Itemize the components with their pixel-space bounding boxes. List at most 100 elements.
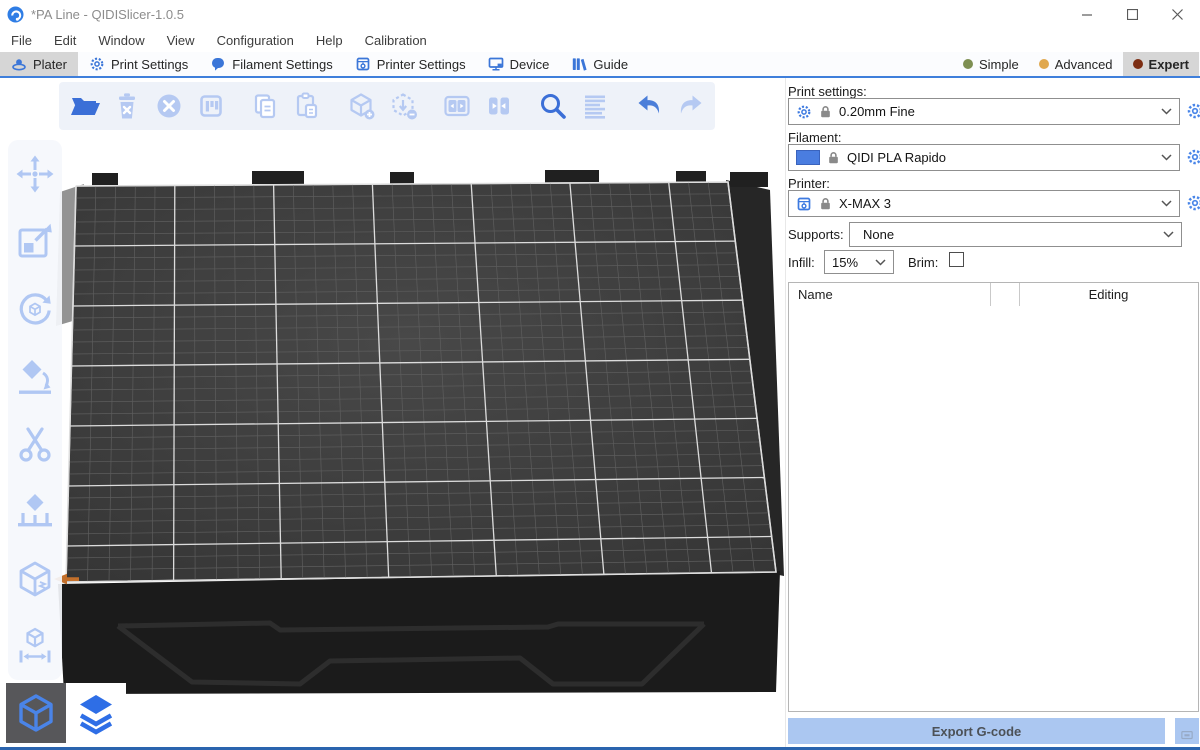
infill-combo[interactable]: 15% — [824, 250, 894, 274]
menu-window[interactable]: Window — [87, 33, 155, 48]
printer-gear-button[interactable] — [1186, 194, 1200, 212]
preview-view-button[interactable] — [66, 683, 126, 743]
remove-instance-icon[interactable] — [387, 90, 419, 122]
3d-editor-view-button[interactable] — [6, 683, 66, 743]
menu-calibration[interactable]: Calibration — [354, 33, 438, 48]
column-divider — [990, 283, 991, 306]
add-instance-icon[interactable] — [345, 90, 377, 122]
seam-icon[interactable] — [13, 557, 57, 601]
tab-label: Guide — [593, 57, 628, 72]
tab-guide[interactable]: Guide — [560, 52, 639, 76]
open-icon[interactable] — [69, 90, 101, 122]
tab-device[interactable]: Device — [477, 52, 561, 76]
menu-bar: File Edit Window View Configuration Help… — [0, 28, 1200, 52]
move-icon[interactable] — [13, 152, 57, 196]
printer-value: X-MAX 3 — [839, 196, 891, 211]
export-gcode-button[interactable]: Export G-code — [788, 718, 1165, 744]
expert-mode-dot — [1133, 59, 1143, 69]
chevron-down-icon — [1161, 200, 1172, 207]
tab-label: Device — [510, 57, 550, 72]
delete-all-icon[interactable] — [153, 90, 185, 122]
lock-icon — [819, 105, 832, 118]
device-icon — [488, 56, 504, 72]
supports-combo[interactable]: None — [849, 222, 1182, 247]
print-settings-gear-button[interactable] — [1186, 102, 1200, 120]
plater-icon — [11, 56, 27, 72]
brim-checkbox[interactable] — [949, 252, 964, 267]
redo-icon[interactable] — [675, 90, 707, 122]
tab-filament-settings[interactable]: Filament Settings — [199, 52, 343, 76]
menu-edit[interactable]: Edit — [43, 33, 87, 48]
filament-value: QIDI PLA Rapido — [847, 150, 946, 165]
tab-plater[interactable]: Plater — [0, 52, 78, 76]
print-bed — [0, 78, 784, 750]
scale-icon[interactable] — [13, 219, 57, 263]
window-title: *PA Line - QIDISlicer-1.0.5 — [31, 7, 184, 22]
close-button[interactable] — [1155, 0, 1200, 28]
menu-help[interactable]: Help — [305, 33, 354, 48]
mode-switcher: Simple Advanced Expert — [953, 52, 1200, 76]
arrange-icon[interactable] — [195, 90, 227, 122]
3d-editor-icon — [14, 691, 58, 735]
paint-supports-icon[interactable] — [13, 489, 57, 533]
gear-icon — [796, 104, 812, 120]
lock-icon — [819, 197, 832, 210]
tab-label: Printer Settings — [377, 57, 466, 72]
filament-combo[interactable]: QIDI PLA Rapido — [788, 144, 1180, 171]
cut-icon[interactable] — [13, 422, 57, 466]
infill-label: Infill: — [788, 255, 815, 270]
menu-configuration[interactable]: Configuration — [206, 33, 305, 48]
mode-simple[interactable]: Simple — [953, 52, 1029, 76]
tab-printer-settings[interactable]: Printer Settings — [344, 52, 477, 76]
mode-expert[interactable]: Expert — [1123, 52, 1199, 76]
tab-print-settings[interactable]: Print Settings — [78, 52, 199, 76]
simple-mode-dot — [963, 59, 973, 69]
column-header-name: Name — [798, 287, 833, 302]
main-toolbar — [59, 82, 715, 130]
mode-label: Simple — [979, 57, 1019, 72]
measure-icon[interactable] — [13, 624, 57, 668]
advanced-mode-dot — [1039, 59, 1049, 69]
printer-combo[interactable]: X-MAX 3 — [788, 190, 1180, 217]
object-list: Name Editing — [788, 282, 1199, 712]
undo-icon[interactable] — [633, 90, 665, 122]
mode-label: Expert — [1149, 57, 1189, 72]
send-to-printer-button[interactable] — [1175, 718, 1199, 744]
print-settings-icon — [89, 56, 105, 72]
split-to-parts-icon[interactable] — [483, 90, 515, 122]
send-to-printer-icon — [1181, 730, 1193, 741]
supports-label: Supports: — [788, 227, 844, 242]
print-settings-combo[interactable]: 0.20mm Fine — [788, 98, 1180, 125]
printer-settings-icon — [355, 56, 371, 72]
tab-label: Filament Settings — [232, 57, 332, 72]
place-on-face-icon[interactable] — [13, 354, 57, 398]
column-header-editing: Editing — [1019, 287, 1198, 302]
minimize-button[interactable] — [1065, 0, 1110, 28]
guide-icon — [571, 56, 587, 72]
chevron-down-icon — [875, 259, 886, 266]
menu-view[interactable]: View — [156, 33, 206, 48]
chevron-down-icon — [1161, 154, 1172, 161]
rotate-icon[interactable] — [13, 287, 57, 331]
filament-color-swatch — [796, 150, 820, 165]
search-icon[interactable] — [537, 90, 569, 122]
3d-viewport[interactable] — [0, 78, 784, 750]
brim-label: Brim: — [908, 255, 938, 270]
copy-icon[interactable] — [249, 90, 281, 122]
application-window: *PA Line - QIDISlicer-1.0.5 File Edit Wi… — [0, 0, 1200, 750]
variable-layer-height-icon[interactable] — [579, 90, 611, 122]
mode-label: Advanced — [1055, 57, 1113, 72]
title-bar: *PA Line - QIDISlicer-1.0.5 — [0, 0, 1200, 28]
preview-layers-icon — [74, 691, 118, 735]
mode-advanced[interactable]: Advanced — [1029, 52, 1123, 76]
split-objects-icon[interactable] — [441, 90, 473, 122]
delete-icon[interactable] — [111, 90, 143, 122]
chevron-down-icon — [1161, 108, 1172, 115]
paste-icon[interactable] — [291, 90, 323, 122]
tab-label: Plater — [33, 57, 67, 72]
maximize-button[interactable] — [1110, 0, 1155, 28]
filament-gear-button[interactable] — [1186, 148, 1200, 166]
menu-file[interactable]: File — [0, 33, 43, 48]
view-mode-buttons — [6, 683, 126, 743]
supports-value: None — [863, 227, 894, 242]
